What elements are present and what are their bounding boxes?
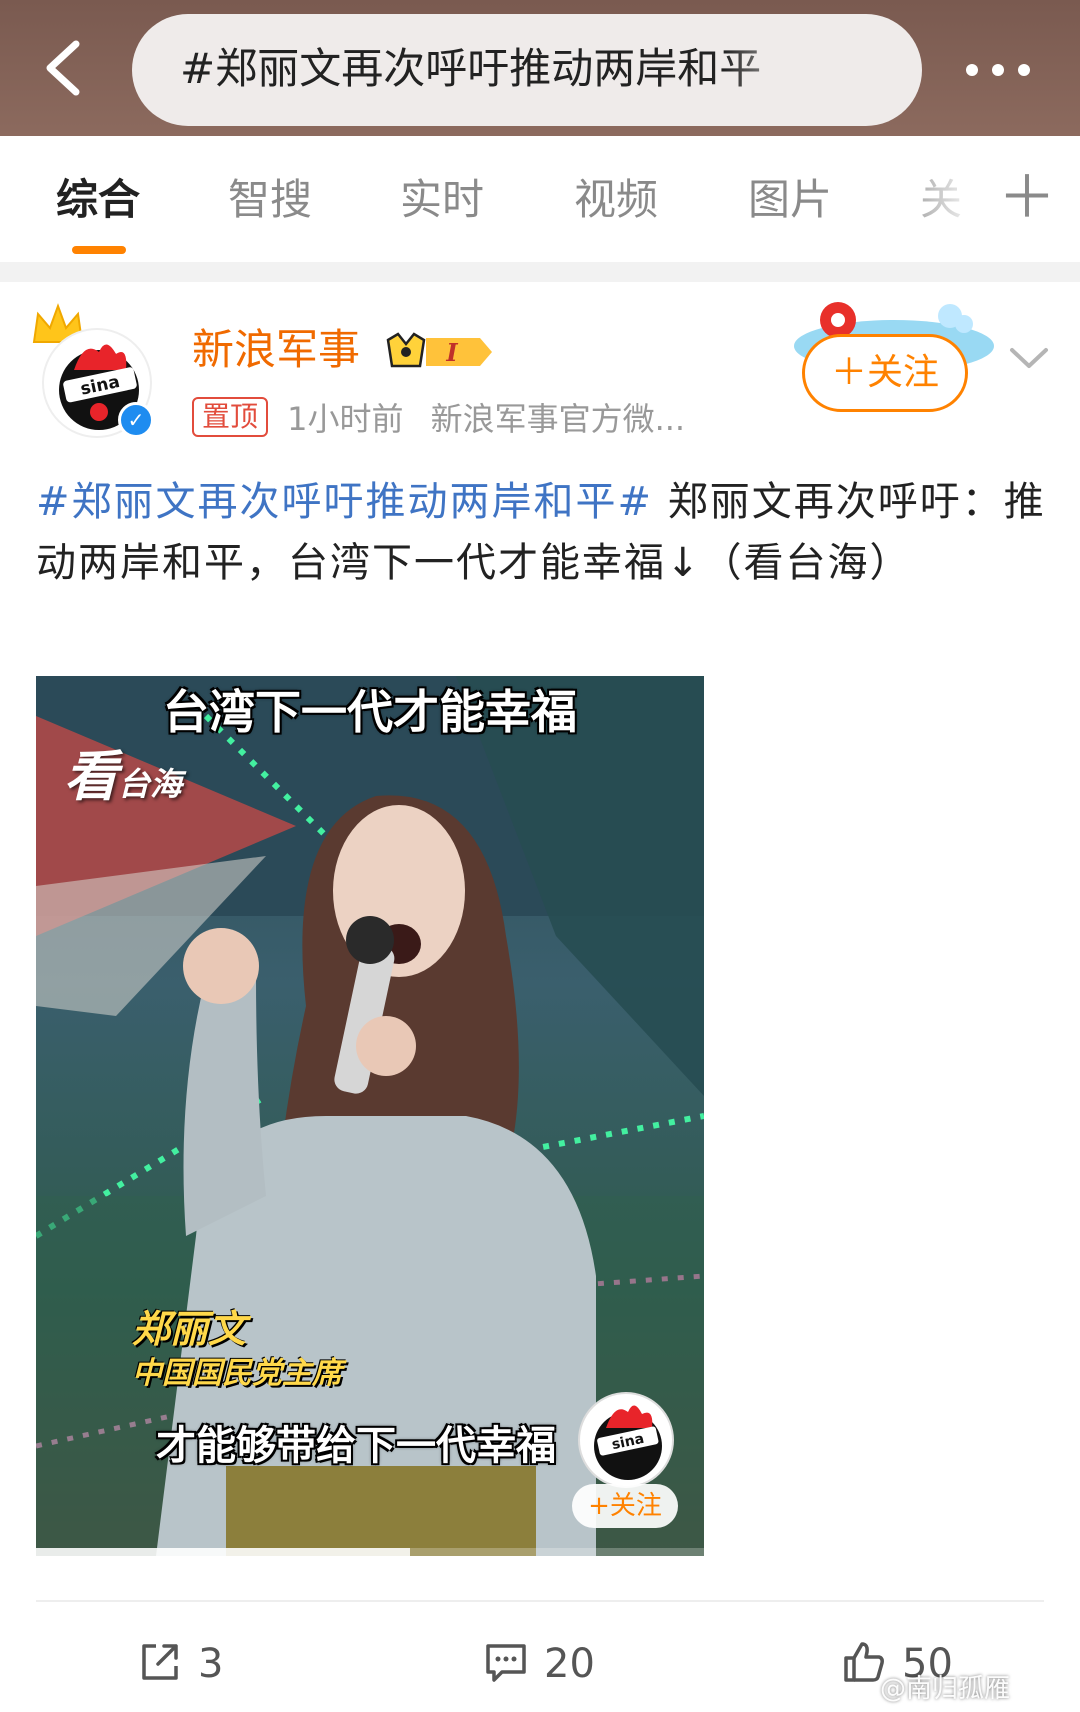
- pinned-badge: 置顶: [192, 397, 269, 437]
- video-subtitle: 才能够带给下一代幸福: [156, 1423, 556, 1469]
- weibo-post: sina ✓ 新浪军事 I 置顶 1小时前 新浪军事官方微... ＋关注 #郑丽…: [0, 282, 1080, 1712]
- author-avatar[interactable]: sina ✓: [28, 302, 168, 442]
- page-watermark: @南归孤雁: [880, 1674, 1011, 1704]
- post-source: 新浪军事官方微...: [430, 400, 686, 438]
- search-tabs: 综合 智搜 实时 视频 图片 关 ＋: [0, 136, 1080, 262]
- search-input[interactable]: #郑丽文再次呼吁推动两岸和平 ×: [132, 14, 922, 126]
- speaker-name: 郑丽文: [132, 1307, 247, 1351]
- tab-comprehensive[interactable]: 综合: [56, 172, 140, 228]
- active-tab-indicator: [72, 246, 126, 254]
- back-arrow-icon: [46, 40, 80, 96]
- post-time: 1小时前: [287, 400, 404, 438]
- video-progress-fill: [36, 1548, 411, 1556]
- tab-more[interactable]: 关: [920, 172, 962, 228]
- post-content: #郑丽文再次呼吁推动两岸和平# 郑丽文再次呼吁：推动两岸和平，台湾下一代才能幸福…: [36, 472, 1046, 594]
- dot-icon: [966, 64, 978, 76]
- add-tab-icon[interactable]: ＋: [998, 166, 1056, 228]
- post-meta: 置顶 1小时前 新浪军事官方微...: [192, 394, 685, 442]
- sina-logo-icon: sina: [594, 1405, 662, 1480]
- top-bar: #郑丽文再次呼吁推动两岸和平 ×: [0, 0, 1080, 136]
- back-button[interactable]: [36, 34, 96, 102]
- video-caption-top: 台湾下一代才能幸福: [163, 685, 577, 739]
- search-query-text: #郑丽文再次呼吁推动两岸和平: [180, 44, 762, 93]
- share-icon: [142, 1644, 178, 1680]
- comment-icon: [486, 1644, 526, 1682]
- author-name[interactable]: 新浪军事: [192, 322, 360, 378]
- video-player[interactable]: 台湾下一代才能幸福 看台海 郑丽文 中国国民党主席 才能够带给下一代幸福 sin…: [36, 676, 704, 1556]
- dot-icon: [992, 64, 1004, 76]
- video-follow-button[interactable]: +关注: [572, 1484, 678, 1528]
- video-progress-bar[interactable]: [36, 1548, 704, 1556]
- chevron-down-icon[interactable]: [1006, 338, 1052, 378]
- tab-realtime[interactable]: 实时: [400, 172, 484, 228]
- tab-smart-search[interactable]: 智搜: [228, 172, 312, 228]
- action-divider: [36, 1600, 1044, 1602]
- video-account-avatar[interactable]: sina: [578, 1392, 674, 1488]
- hashtag-link[interactable]: #郑丽文再次呼吁推动两岸和平#: [36, 479, 653, 525]
- tab-video[interactable]: 视频: [574, 172, 658, 228]
- more-options-button[interactable]: [960, 44, 1040, 96]
- section-divider: [0, 262, 1080, 282]
- comment-count: 20: [544, 1641, 595, 1687]
- vip-level: I: [445, 338, 458, 367]
- watermark-main: 看: [64, 745, 118, 808]
- share-count: 3: [198, 1641, 224, 1687]
- watermark-sub: 台海: [118, 765, 183, 803]
- channel-watermark: 看台海: [64, 742, 182, 819]
- follow-button[interactable]: ＋关注: [802, 334, 968, 412]
- vip-badge-icon: I: [386, 332, 492, 368]
- dot-icon: [1018, 64, 1030, 76]
- speaker-role: 中国国民党主席: [132, 1356, 342, 1391]
- verified-icon: ✓: [118, 402, 154, 438]
- tab-images[interactable]: 图片: [748, 172, 832, 228]
